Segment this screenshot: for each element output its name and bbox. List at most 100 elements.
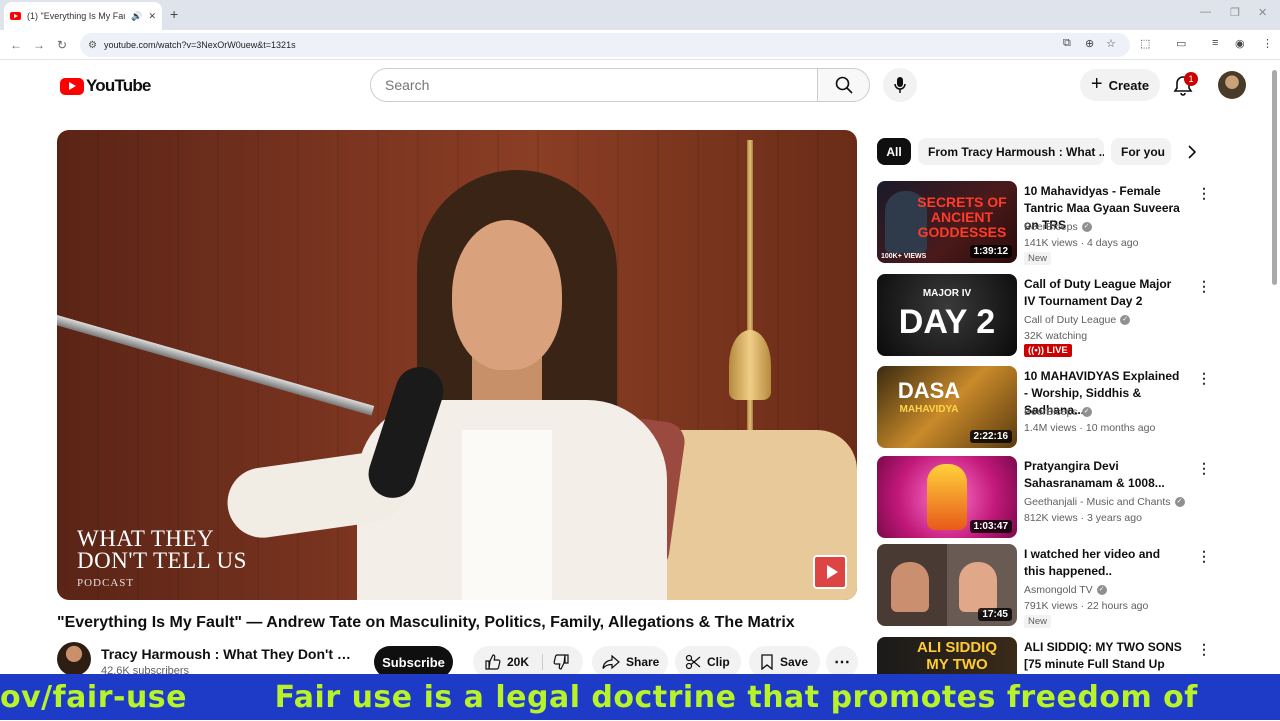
verified-check-icon: ✓ [1081, 407, 1092, 418]
thumbnail-text: ALI SIDDIQ [916, 639, 997, 656]
thumbnail-deity-figure [927, 464, 967, 530]
video-player[interactable]: WHAT THEY DON'T TELL US PODCAST [57, 130, 857, 600]
chip-from-channel[interactable]: From Tracy Harmoush : What ... [918, 138, 1104, 165]
verified-check-icon: ✓ [1081, 222, 1092, 233]
thumbnail-text: DASA [897, 378, 961, 403]
video-thumbnail[interactable]: 1:03:47 [877, 456, 1017, 538]
menu-icon[interactable]: ⋮ [1262, 37, 1273, 50]
recommendation-item[interactable]: 17:45 I watched her video and this happe… [877, 544, 1217, 628]
recommendation-meta: 32K watching [1024, 330, 1087, 342]
watermark-line-3: PODCAST [77, 577, 135, 589]
recommendation-channel[interactable]: Call of Duty League ✓ [1024, 314, 1131, 326]
speaker-icon[interactable]: 🔊 [131, 11, 142, 22]
recommendation-meta: 791K views · 22 hours ago [1024, 600, 1149, 612]
thumbs-down-icon [553, 654, 569, 670]
browser-tab-bar: (1) "Everything Is My Fault" 🔊 ✕ + — ❐ ✕ [0, 0, 1280, 30]
install-icon[interactable]: ⧉ [1063, 37, 1071, 50]
more-vertical-icon[interactable]: ⋮ [1197, 548, 1211, 565]
view-count: 812K views [1024, 512, 1078, 524]
recommendation-title[interactable]: Pratyangira Devi Sahasranamam & 1008... [1024, 458, 1184, 492]
like-count: 20K [507, 655, 530, 669]
more-vertical-icon[interactable]: ⋮ [1197, 460, 1211, 477]
media-icon[interactable]: ≡ [1212, 37, 1218, 49]
more-vertical-icon[interactable]: ⋮ [1197, 641, 1211, 658]
chevron-right-icon[interactable] [1186, 143, 1198, 161]
extensions-icon[interactable]: ⬚ [1140, 37, 1150, 50]
channel-avatar[interactable] [57, 642, 91, 676]
recommendation-channel[interactable]: Geethanjali - Music and Chants ✓ [1024, 496, 1185, 508]
thumbnail-subtext: MAJOR IV [922, 288, 972, 299]
thumbnail-subtext: MAHAVIDYA [899, 404, 959, 415]
search-button[interactable] [817, 68, 870, 102]
recommendation-title[interactable]: Call of Duty League Major IV Tournament … [1024, 276, 1184, 310]
channel-name[interactable]: Tracy Harmoush : What They Don't Tell U.… [101, 646, 356, 662]
recommendation-title[interactable]: I watched her video and this happened.. [1024, 546, 1184, 580]
view-count: 1.4M views [1024, 422, 1077, 434]
video-thumbnail[interactable]: 17:45 [877, 544, 1017, 626]
recommendation-meta: 1.4M views · 10 months ago [1024, 422, 1156, 434]
voice-search-button[interactable] [883, 68, 917, 102]
upload-age: 10 months ago [1085, 422, 1156, 434]
search-input[interactable] [370, 68, 818, 102]
chip-all[interactable]: All [877, 138, 911, 165]
browser-tab[interactable]: (1) "Everything Is My Fault" 🔊 ✕ [4, 2, 162, 30]
url-field[interactable]: ⚙ youtube.com/watch?v=3NexOrW0uew&t=1321… [80, 33, 1130, 57]
back-icon[interactable]: ← [10, 38, 22, 52]
maximize-icon[interactable]: ❐ [1230, 6, 1240, 19]
bookmark-star-icon[interactable]: ☆ [1106, 37, 1116, 50]
recommendation-item[interactable]: MAJOR IV DAY 2 Call of Duty League Major… [877, 274, 1217, 358]
save-label: Save [780, 655, 809, 669]
recommendation-channel[interactable]: BeerBiceps ✓ [1024, 221, 1092, 233]
plus-icon: + [1090, 72, 1103, 95]
reload-icon[interactable]: ↻ [57, 38, 67, 52]
video-thumbnail[interactable]: SECRETS OF ANCIENT GODDESSES 100K+ VIEWS… [877, 181, 1017, 263]
video-duration: 1:03:47 [969, 520, 1012, 533]
upload-age: 3 years ago [1087, 512, 1142, 524]
new-badge: New [1024, 252, 1052, 265]
zoom-icon[interactable]: ⊕ [1085, 37, 1094, 50]
recommendation-item[interactable]: 1:03:47 Pratyangira Devi Sahasranamam & … [877, 456, 1217, 540]
scissors-icon [685, 654, 701, 670]
video-thumbnail[interactable]: MAJOR IV DAY 2 [877, 274, 1017, 356]
recommendation-item[interactable]: DASA MAHAVIDYA 2:22:16 10 MAHAVIDYAS Exp… [877, 366, 1217, 450]
recommendation-item[interactable]: SECRETS OF ANCIENT GODDESSES 100K+ VIEWS… [877, 181, 1217, 265]
url-text: youtube.com/watch?v=3NexOrW0uew&t=1321s [103, 40, 296, 50]
watermark-line-2: DON'T TELL US [77, 548, 247, 573]
recommendation-channel[interactable]: Asmongold TV ✓ [1024, 584, 1107, 596]
close-tab-icon[interactable]: ✕ [148, 11, 156, 22]
dislike-button[interactable] [543, 654, 575, 670]
more-vertical-icon[interactable]: ⋮ [1197, 370, 1211, 387]
notification-count-badge: 1 [1184, 72, 1198, 86]
account-avatar[interactable] [1218, 71, 1246, 99]
thumbnail-subtext: MY TWO [926, 656, 988, 673]
recommendation-meta: 141K views · 4 days ago [1024, 237, 1139, 249]
logo-text: YouTube [86, 76, 151, 95]
cast-icon[interactable]: ▭ [1176, 37, 1186, 50]
recommendation-channel[interactable]: BeerBiceps ✓ [1024, 406, 1092, 418]
page-scrollbar[interactable] [1272, 70, 1277, 285]
player-person-face [452, 220, 562, 370]
close-window-icon[interactable]: ✕ [1258, 6, 1267, 19]
chip-for-you[interactable]: For you [1111, 138, 1171, 165]
ticker-banner: ov/fair-use Fair use is a legal doctrine… [0, 674, 1280, 720]
more-vertical-icon[interactable]: ⋮ [1197, 185, 1211, 202]
new-tab-button[interactable]: + [170, 6, 178, 22]
search-icon [835, 76, 853, 94]
thumbnail-person-left [891, 562, 929, 612]
profile-icon[interactable]: ◉ [1235, 37, 1245, 50]
more-vertical-icon[interactable]: ⋮ [1197, 278, 1211, 295]
create-button[interactable]: + Create [1080, 69, 1160, 101]
more-horizontal-icon: ⋯ [834, 654, 850, 671]
forward-icon[interactable]: → [33, 38, 45, 52]
address-bar: ← → ↻ ⚙ youtube.com/watch?v=3NexOrW0uew&… [0, 30, 1280, 60]
video-thumbnail[interactable]: DASA MAHAVIDYA 2:22:16 [877, 366, 1017, 448]
minimize-icon[interactable]: — [1200, 6, 1211, 18]
like-button[interactable]: 20K [473, 654, 543, 670]
video-duration: 1:39:12 [969, 245, 1012, 258]
site-info-icon[interactable]: ⚙ [88, 40, 97, 51]
subscribe-watermark-icon[interactable] [813, 555, 847, 589]
youtube-logo[interactable]: YouTube [60, 76, 151, 96]
clip-label: Clip [707, 655, 730, 669]
live-label: LIVE [1046, 345, 1068, 356]
video-title: "Everything Is My Fault" — Andrew Tate o… [57, 614, 795, 631]
